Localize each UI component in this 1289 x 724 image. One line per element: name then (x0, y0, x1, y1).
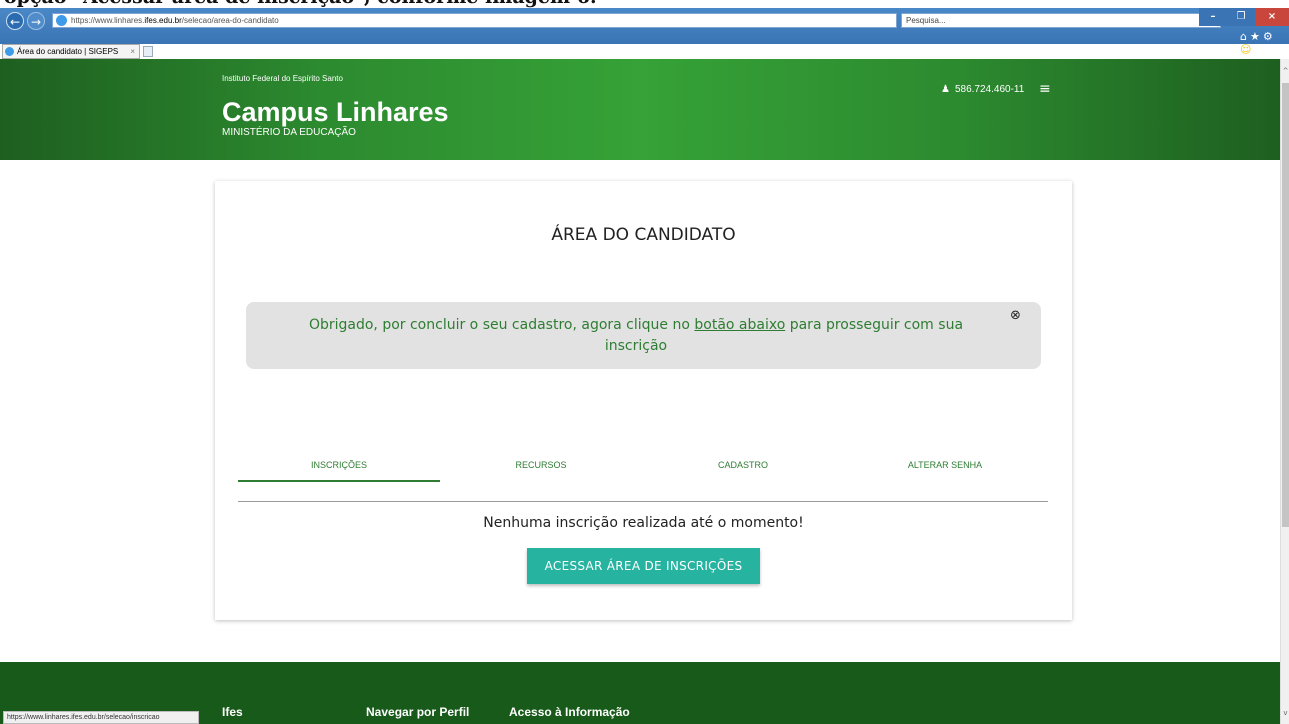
address-bar[interactable]: https://www.linhares.ifes.edu.br/selecao… (52, 13, 897, 28)
tab-title: Área do candidato | SIGEPS (17, 47, 119, 56)
empty-state-message: Nenhuma inscrição realizada até o moment… (483, 515, 804, 531)
search-input[interactable]: Pesquisa... (901, 13, 1221, 28)
scroll-up-icon[interactable]: ^ (1281, 67, 1289, 75)
site-header: Instituto Federal do Espírito Santo Camp… (0, 59, 1280, 160)
alert-close-icon[interactable]: ⊗ (1010, 308, 1021, 323)
tab-recursos[interactable]: RECURSOS (440, 456, 642, 482)
candidate-tabs: INSCRIÇÕES RECURSOS CADASTRO ALTERAR SEN… (238, 456, 1048, 482)
footer-link-perfil[interactable]: Navegar por Perfil (366, 705, 469, 719)
tab-inscricoes[interactable]: INSCRIÇÕES (238, 456, 440, 482)
page-scrollbar[interactable]: ^ v (1280, 59, 1289, 724)
url-path: /selecao/area-do-candidato (181, 16, 279, 25)
home-icon[interactable]: ⌂ (1240, 30, 1250, 43)
footer-link-acesso[interactable]: Acesso à Informação (509, 705, 630, 719)
institution-name: Instituto Federal do Espírito Santo (222, 74, 343, 83)
campus-title[interactable]: Campus Linhares (222, 97, 449, 128)
tab-strip (0, 44, 1289, 59)
tab-close-icon[interactable]: × (130, 45, 135, 58)
document-caption: opção "Acessar área de inscrição", confo… (0, 0, 1289, 8)
star-icon[interactable]: ★ (1250, 30, 1263, 43)
access-registration-button[interactable]: ACESSAR ÁREA DE INSCRIÇÕES (527, 548, 760, 584)
success-alert: Obrigado, por concluir o seu cadastro, a… (246, 302, 1041, 369)
user-account[interactable]: ♟ 586.724.460-11 (941, 84, 1024, 95)
toolbar-icons: ⌂★⚙ ☺ (1240, 30, 1289, 56)
alert-text-before: Obrigado, por concluir o seu cadastro, a… (308, 317, 695, 333)
scroll-thumb[interactable] (1282, 83, 1289, 527)
footer-link-ifes[interactable]: Ifes (222, 705, 243, 719)
maximize-button[interactable]: ❐ (1227, 8, 1255, 26)
close-window-button[interactable]: × (1255, 8, 1289, 26)
caption-text: opção "Acessar área de inscrição", confo… (4, 0, 597, 8)
candidate-area-card: ÁREA DO CANDIDATO Obrigado, por concluir… (215, 181, 1072, 620)
user-icon: ♟ (941, 84, 950, 95)
forward-button[interactable]: → (27, 12, 45, 30)
new-tab-button[interactable] (143, 46, 153, 57)
back-button[interactable]: ← (6, 12, 24, 30)
ie-icon (56, 15, 67, 26)
hamburger-menu-icon[interactable]: ≡ (1039, 81, 1051, 97)
url-prefix: www.linhares. (95, 16, 145, 25)
gear-icon[interactable]: ⚙ (1263, 30, 1276, 43)
browser-tab[interactable]: Área do candidato | SIGEPS × (2, 44, 140, 59)
smiley-icon[interactable]: ☺ (1240, 43, 1254, 56)
tab-cadastro[interactable]: CADASTRO (642, 456, 844, 482)
browser-titlebar: ← → https://www.linhares.ifes.edu.br/sel… (0, 8, 1289, 56)
alert-message: Obrigado, por concluir o seu cadastro, a… (286, 315, 986, 357)
ministry-subtitle: MINISTÉRIO DA EDUCAÇÃO (222, 127, 356, 138)
ie-tab-icon (5, 47, 14, 56)
tab-alterar-senha[interactable]: ALTERAR SENHA (844, 456, 1046, 482)
user-id-text: 586.724.460-11 (954, 84, 1025, 95)
alert-link[interactable]: botão abaixo (694, 317, 785, 333)
url-host: ifes.edu.br (144, 16, 182, 25)
tab-divider (238, 501, 1048, 502)
scroll-down-icon[interactable]: v (1281, 709, 1289, 717)
status-bar-url: https://www.linhares.ifes.edu.br/selecao… (3, 711, 199, 724)
minimize-button[interactable]: – (1199, 8, 1227, 26)
page-title: ÁREA DO CANDIDATO (551, 225, 736, 245)
url-scheme: https:// (71, 16, 96, 25)
